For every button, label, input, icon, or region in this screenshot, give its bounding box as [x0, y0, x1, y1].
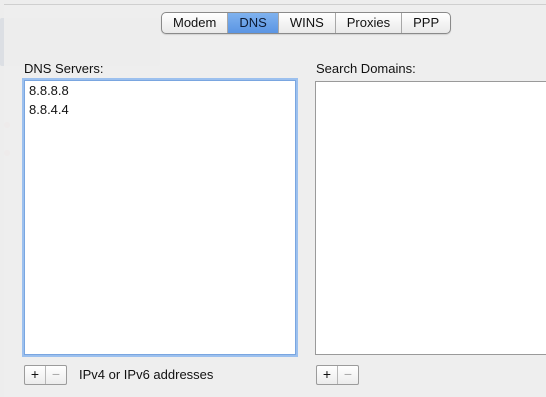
- advanced-settings-sheet: Modem DNS WINS Proxies PPP DNS Servers: …: [4, 4, 546, 397]
- dns-add-button[interactable]: +: [25, 366, 46, 384]
- tab-bar: Modem DNS WINS Proxies PPP: [161, 12, 452, 34]
- dns-servers-label: DNS Servers:: [24, 61, 104, 76]
- tab-proxies[interactable]: Proxies: [336, 13, 403, 33]
- dns-server-item[interactable]: 8.8.4.4: [25, 100, 295, 119]
- tab-modem[interactable]: Modem: [162, 13, 229, 33]
- search-domains-label: Search Domains:: [316, 61, 416, 76]
- search-add-button[interactable]: +: [317, 366, 338, 384]
- dns-add-remove-group: + −: [24, 365, 67, 385]
- search-domains-list[interactable]: [315, 81, 546, 355]
- dns-hint-text: IPv4 or IPv6 addresses: [79, 367, 214, 382]
- tab-ppp[interactable]: PPP: [402, 13, 450, 33]
- search-add-remove-group: + −: [316, 365, 359, 385]
- tab-wins[interactable]: WINS: [279, 13, 336, 33]
- dns-server-item[interactable]: 8.8.8.8: [25, 81, 295, 100]
- search-remove-button[interactable]: −: [338, 366, 358, 384]
- dns-remove-button[interactable]: −: [46, 366, 66, 384]
- tab-dns[interactable]: DNS: [228, 13, 279, 33]
- dns-servers-list[interactable]: 8.8.8.8 8.8.4.4: [24, 80, 296, 355]
